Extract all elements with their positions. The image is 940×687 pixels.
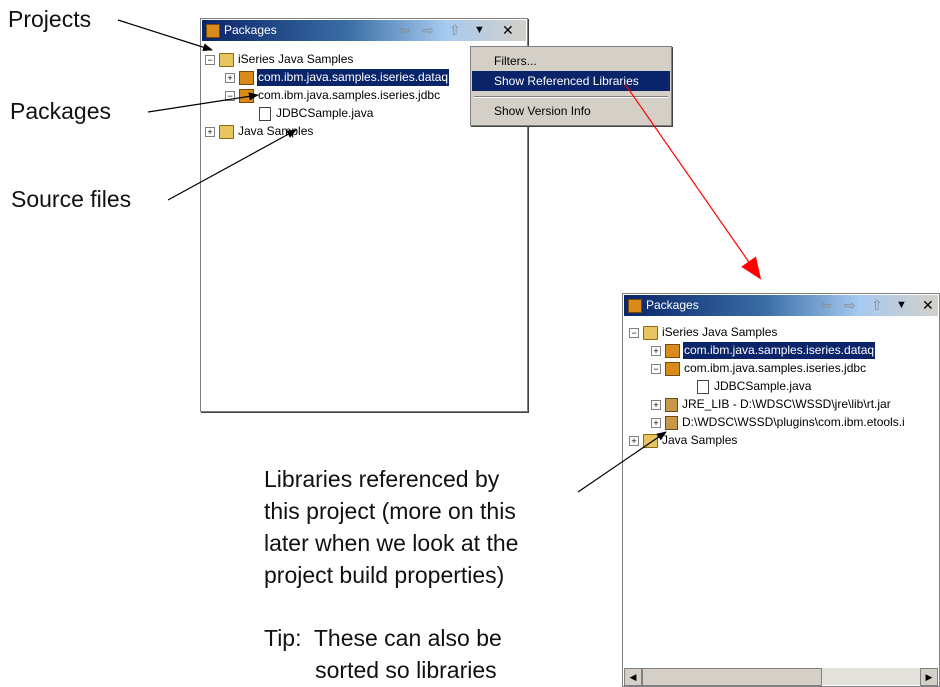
- expand-toggle[interactable]: +: [651, 346, 661, 356]
- tree-item-label: JDBCSample.java: [714, 379, 812, 393]
- forward-arrow-icon[interactable]: ⇨: [844, 297, 856, 313]
- tree-item-label: iSeries Java Samples: [662, 325, 778, 339]
- collapse-toggle[interactable]: −: [225, 91, 235, 101]
- menu-separator: [474, 96, 668, 98]
- java-source-file-icon: [259, 107, 271, 121]
- expand-toggle[interactable]: +: [651, 400, 661, 410]
- collapse-toggle[interactable]: −: [205, 55, 215, 65]
- expand-toggle[interactable]: +: [205, 127, 215, 137]
- menu-item-filters[interactable]: Filters...: [472, 51, 670, 71]
- packages-title-left: Packages: [224, 23, 277, 37]
- packages-view-icon: [628, 299, 642, 313]
- close-icon[interactable]: ✕: [922, 297, 934, 313]
- project-folder-icon: [643, 434, 658, 448]
- tree-item-label: com.ibm.java.samples.iseries.jdbc: [684, 361, 867, 375]
- note-tip: Tip: These can also be sorted so librari…: [264, 625, 502, 683]
- expand-toggle[interactable]: +: [651, 418, 661, 428]
- callout-source-files: Source files: [11, 186, 132, 212]
- package-icon: [239, 71, 254, 85]
- menu-item-show-referenced-libraries[interactable]: Show Referenced Libraries: [472, 71, 670, 91]
- collapse-toggle[interactable]: −: [629, 328, 639, 338]
- tree-item-label: JRE_LIB - D:\WDSC\WSSD\jre\lib\rt.jar: [682, 397, 891, 411]
- back-arrow-icon[interactable]: ⇦: [820, 297, 832, 313]
- package-tree-right: − iSeries Java Samples + com.ibm.java.sa…: [623, 318, 939, 686]
- package-icon: [665, 362, 680, 376]
- scroll-thumb[interactable]: [642, 668, 822, 686]
- library-jar-icon: [665, 416, 678, 430]
- scroll-right-icon[interactable]: ▶: [920, 668, 938, 686]
- package-icon: [665, 344, 680, 358]
- tree-item-label: com.ibm.java.samples.iseries.dataq: [683, 342, 876, 359]
- close-icon[interactable]: ✕: [502, 22, 514, 38]
- tree-item-label: D:\WDSC\WSSD\plugins\com.ibm.etools.i: [682, 415, 905, 429]
- packages-title-right: Packages: [646, 298, 699, 312]
- up-arrow-icon[interactable]: ⇧: [449, 22, 461, 38]
- tree-item-label: iSeries Java Samples: [238, 52, 354, 66]
- view-menu-icon[interactable]: ▼: [896, 297, 907, 313]
- java-source-file-icon: [697, 380, 709, 394]
- expand-toggle[interactable]: +: [225, 73, 235, 83]
- callout-projects: Projects: [8, 6, 92, 32]
- menu-item-show-version-info[interactable]: Show Version Info: [472, 101, 670, 121]
- note-libraries: Libraries referenced by this project (mo…: [264, 466, 519, 588]
- tree-item-label: JDBCSample.java: [276, 106, 374, 120]
- project-folder-icon: [219, 125, 234, 139]
- tree-item-label: com.ibm.java.samples.iseries.dataq: [257, 69, 450, 86]
- scroll-left-icon[interactable]: ◀: [624, 668, 642, 686]
- view-dropdown-menu: Filters... Show Referenced Libraries Sho…: [470, 46, 672, 126]
- packages-titlebar-right: Packages ⇦ ⇨ ⇧ ▼ ✕: [624, 295, 938, 316]
- library-jar-icon: [665, 398, 678, 412]
- collapse-toggle[interactable]: −: [651, 364, 661, 374]
- back-arrow-icon[interactable]: ⇦: [398, 22, 410, 38]
- packages-titlebar-left: Packages ⇦ ⇨ ⇧ ▼ ✕: [202, 20, 526, 41]
- expand-toggle[interactable]: +: [629, 436, 639, 446]
- up-arrow-icon[interactable]: ⇧: [871, 297, 883, 313]
- tree-item-label: Java Samples: [238, 124, 314, 138]
- view-menu-icon[interactable]: ▼: [474, 22, 485, 38]
- horizontal-scrollbar[interactable]: ◀ ▶: [624, 668, 938, 686]
- callout-packages: Packages: [10, 98, 112, 124]
- packages-view-icon: [206, 24, 220, 38]
- forward-arrow-icon[interactable]: ⇨: [422, 22, 434, 38]
- project-folder-icon: [643, 326, 658, 340]
- packages-view-right: Packages ⇦ ⇨ ⇧ ▼ ✕ − iSeries Java Sample…: [622, 293, 940, 687]
- project-folder-icon: [219, 53, 234, 67]
- arrow-projects: [117, 19, 213, 52]
- tree-item-label: com.ibm.java.samples.iseries.jdbc: [258, 88, 441, 102]
- tree-item-label: Java Samples: [662, 433, 738, 447]
- package-icon: [239, 89, 254, 103]
